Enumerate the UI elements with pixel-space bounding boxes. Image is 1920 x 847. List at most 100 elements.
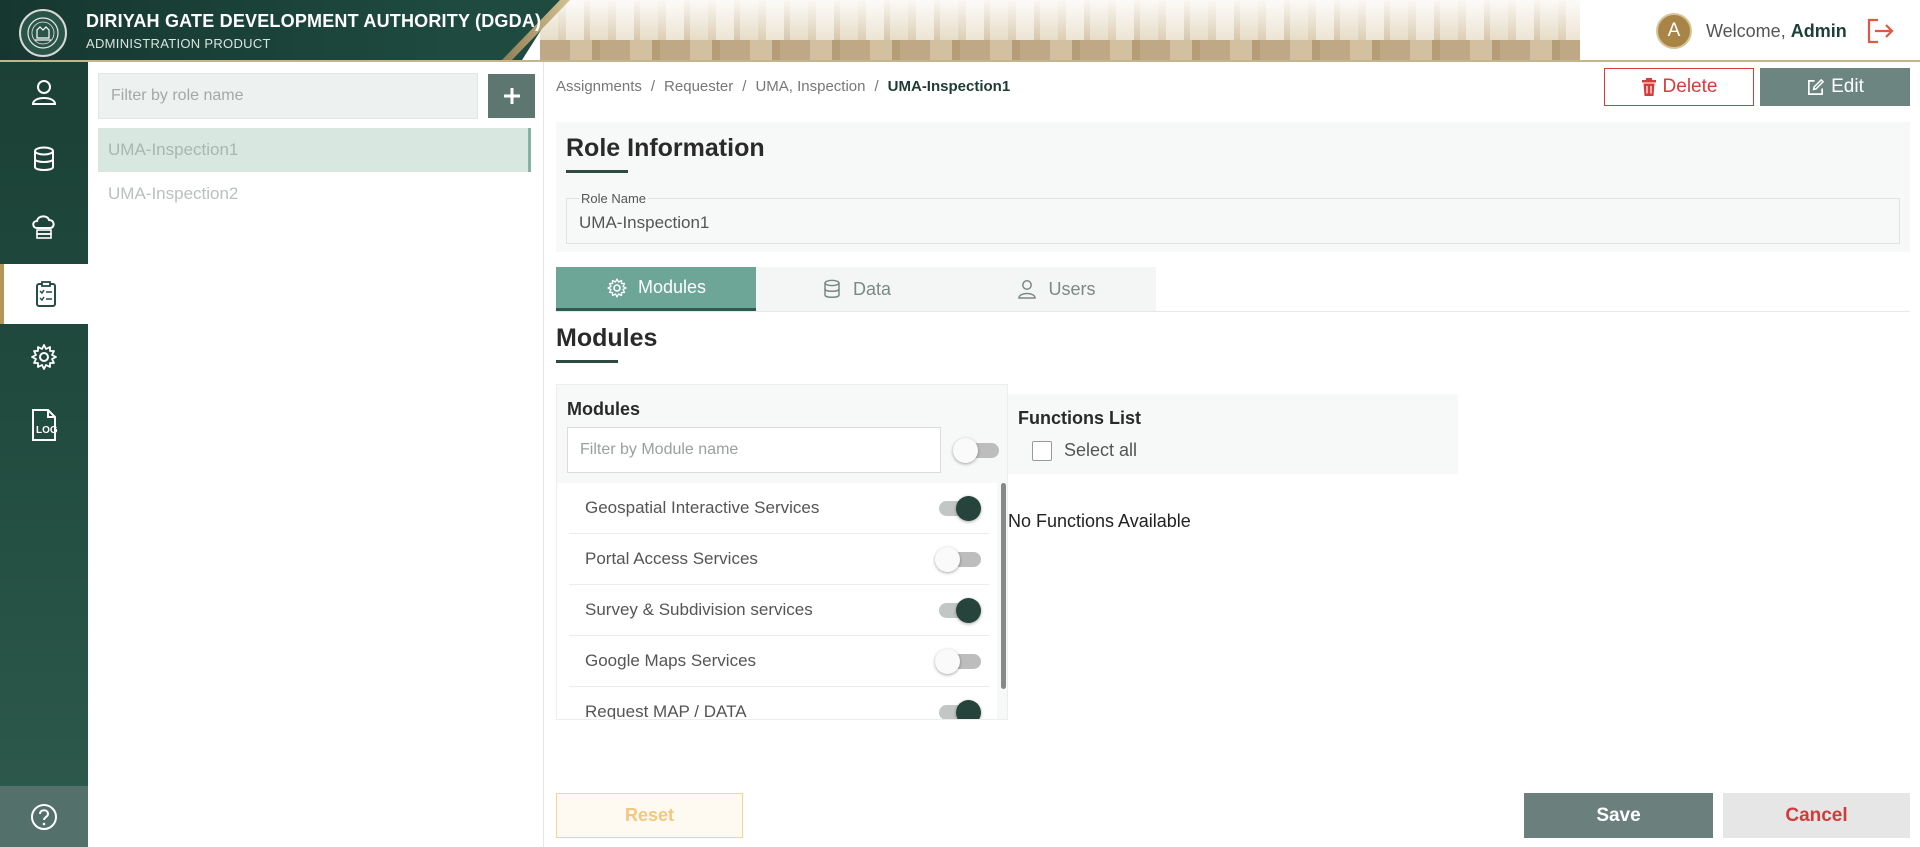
tab-data[interactable]: Data: [756, 267, 956, 311]
nav-item-cloud[interactable]: [0, 196, 88, 256]
role-name-field[interactable]: Role Name UMA-Inspection1: [566, 191, 1900, 244]
nav-item-roles[interactable]: [0, 264, 88, 324]
title-underline: [566, 170, 628, 173]
logo-emblem-icon: [27, 17, 59, 49]
functions-panel: Functions List Select all: [1008, 394, 1458, 474]
module-list[interactable]: Geospatial Interactive Services Portal A…: [557, 483, 997, 720]
gear-icon: [607, 277, 627, 298]
module-row: Portal Access Services: [569, 534, 989, 585]
functions-title: Functions List: [1018, 408, 1141, 428]
trash-icon: [1641, 78, 1656, 96]
avatar[interactable]: A: [1656, 13, 1692, 49]
breadcrumb-separator: /: [742, 78, 747, 95]
module-toggle[interactable]: [935, 700, 981, 719]
toggle-knob: [953, 438, 978, 463]
tab-modules[interactable]: Modules: [556, 267, 756, 311]
edit-button[interactable]: Edit: [1760, 68, 1910, 106]
nav-item-settings[interactable]: [0, 327, 88, 387]
nav-item-database[interactable]: [0, 129, 88, 189]
dgda-logo: [19, 9, 67, 57]
module-toggle[interactable]: [935, 598, 981, 623]
logout-icon: [1867, 18, 1894, 44]
cloud-server-icon: [32, 215, 55, 239]
plus-icon: [503, 88, 520, 104]
gear-icon: [31, 344, 57, 370]
toggle-knob: [956, 700, 981, 719]
module-row: Survey & Subdivision services: [569, 585, 989, 636]
log-file-icon: LOG: [32, 409, 58, 441]
help-icon: [31, 803, 57, 830]
role-information-card: Role Information Role Name UMA-Inspectio…: [556, 122, 1910, 252]
module-name: Portal Access Services: [585, 549, 758, 568]
nav-item-users[interactable]: [0, 62, 88, 122]
toggle-knob: [935, 547, 960, 572]
user-icon: [1018, 280, 1037, 299]
database-icon: [34, 146, 54, 171]
module-toggle[interactable]: [935, 547, 981, 572]
role-list-panel: UMA-Inspection1 UMA-Inspection2: [88, 62, 544, 847]
org-name: DIRIYAH GATE DEVELOPMENT AUTHORITY (DGDA…: [86, 11, 542, 31]
module-name: Google Maps Services: [585, 651, 757, 670]
toggle-knob: [935, 649, 960, 674]
module-row: Request MAP / DATA: [569, 687, 989, 720]
module-row: Google Maps Services: [569, 636, 989, 687]
breadcrumb-separator: /: [650, 78, 656, 95]
toggle-knob: [956, 598, 981, 623]
select-all-modules-toggle[interactable]: [953, 438, 999, 463]
database-icon: [824, 279, 840, 298]
delete-label: Delete: [1662, 76, 1718, 97]
modules-panel: Modules Geospatial Interactive Services …: [556, 384, 1008, 720]
help-button[interactable]: [0, 786, 88, 847]
role-filter-input[interactable]: [98, 73, 478, 119]
left-navigation: LOG: [0, 62, 88, 847]
product-name: ADMINISTRATION PRODUCT: [86, 36, 271, 51]
tab-label: Modules: [637, 277, 707, 297]
module-filter-input[interactable]: [567, 427, 941, 473]
delete-button[interactable]: Delete: [1604, 68, 1754, 106]
module-name: Request MAP / DATA: [585, 702, 747, 720]
header-banner-image: [540, 0, 1580, 60]
role-name-label: Role Name: [579, 191, 649, 206]
save-button[interactable]: Save: [1524, 793, 1713, 838]
clipboard-checklist-icon: [36, 281, 56, 307]
tab-label: Data: [852, 278, 892, 299]
nav-item-logs[interactable]: LOG: [0, 392, 88, 458]
select-all-control[interactable]: Select all: [1032, 440, 1137, 461]
edit-label: Edit: [1831, 76, 1864, 97]
breadcrumb-current: UMA-Inspection1: [887, 78, 1011, 95]
edit-icon: [1808, 78, 1825, 95]
app-header: DIRIYAH GATE DEVELOPMENT AUTHORITY (DGDA…: [0, 0, 1920, 62]
role-list-item[interactable]: UMA-Inspection1: [98, 128, 531, 172]
no-functions-message: No Functions Available: [1008, 511, 1191, 531]
breadcrumb-separator: /: [874, 78, 879, 95]
log-label: LOG: [36, 425, 58, 436]
tab-users[interactable]: Users: [956, 267, 1156, 311]
module-name: Survey & Subdivision services: [585, 600, 813, 619]
reset-button[interactable]: Reset: [556, 793, 743, 838]
module-row: Geospatial Interactive Services: [569, 483, 989, 534]
role-name-value: UMA-Inspection1: [579, 213, 710, 232]
cancel-button[interactable]: Cancel: [1723, 793, 1910, 838]
welcome-prefix: Welcome,: [1706, 21, 1786, 41]
logout-button[interactable]: [1864, 16, 1896, 46]
module-list-scrollbar[interactable]: [1001, 483, 1006, 689]
role-information-title: Role Information: [566, 134, 765, 162]
role-list-item[interactable]: UMA-Inspection2: [98, 172, 531, 216]
breadcrumb-item[interactable]: UMA, Inspection: [755, 78, 865, 95]
breadcrumb-item[interactable]: Requester: [664, 78, 733, 95]
welcome-text: Welcome, Admin: [1706, 21, 1847, 42]
breadcrumb: Assignments / Requester / UMA, Inspection / UM…: [556, 78, 1010, 95]
modules-heading: Modules: [556, 324, 658, 352]
username: Admin: [1790, 21, 1847, 41]
select-all-label: Select all: [1064, 440, 1138, 460]
add-role-button[interactable]: [488, 74, 535, 118]
select-all-checkbox[interactable]: [1032, 440, 1052, 461]
module-name: Geospatial Interactive Services: [585, 498, 820, 517]
modules-heading-underline: [556, 360, 618, 363]
user-icon: [31, 80, 57, 105]
module-toggle[interactable]: [935, 649, 981, 674]
modules-panel-title: Modules: [567, 399, 641, 419]
tab-label: Users: [1048, 278, 1096, 299]
module-toggle[interactable]: [935, 496, 981, 521]
breadcrumb-item[interactable]: Assignments: [556, 78, 642, 95]
